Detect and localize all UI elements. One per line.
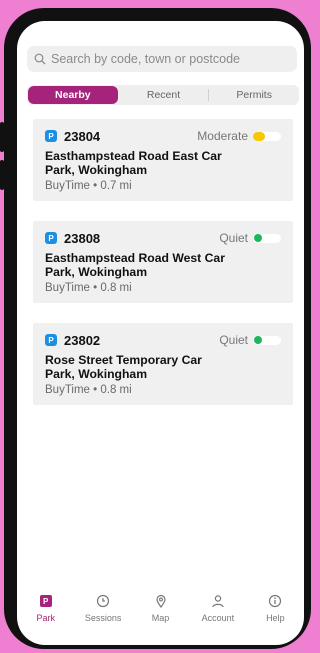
location-card[interactable]: P 23808 Quiet Easthampstead Road West Ca…: [33, 221, 293, 303]
status-label: Quiet: [219, 231, 248, 245]
side-button: [0, 122, 4, 152]
parking-badge-icon: P: [45, 334, 57, 346]
location-card[interactable]: P 23802 Quiet Rose Street Temporary Car …: [33, 323, 293, 405]
tab-recent[interactable]: Recent: [119, 85, 209, 105]
location-name: Easthampstead Road East Car Park, Woking…: [45, 149, 222, 177]
status-indicator: [253, 233, 281, 243]
location-name: Easthampstead Road West Car Park, Woking…: [45, 251, 225, 279]
tab-permits[interactable]: Permits: [209, 85, 299, 105]
location-code: 23804: [64, 128, 101, 144]
location-code: 23808: [64, 230, 101, 246]
parking-badge-icon: P: [45, 130, 57, 142]
status-label: Quiet: [219, 333, 248, 347]
nav-label: Account: [201, 613, 235, 623]
search-placeholder: Search by code, town or postcode: [51, 52, 241, 66]
nav-account[interactable]: Account: [189, 592, 246, 632]
person-icon: [211, 592, 225, 610]
nav-label: Map: [151, 613, 170, 623]
nav-help[interactable]: Help: [247, 592, 304, 632]
search-input[interactable]: Search by code, town or postcode: [27, 46, 297, 72]
nav-label: Sessions: [84, 613, 122, 623]
segmented-control: Nearby Recent Permits: [27, 85, 299, 105]
search-icon: [34, 53, 46, 65]
tab-nearby[interactable]: Nearby: [28, 86, 118, 104]
location-detail: BuyTime • 0.7 mi: [45, 180, 132, 192]
location-detail: BuyTime • 0.8 mi: [45, 384, 132, 396]
app-screen: Search by code, town or postcode Nearby …: [17, 21, 304, 645]
location-code: 23802: [64, 332, 101, 348]
park-p-icon: P: [39, 595, 52, 607]
parking-badge-icon: P: [45, 232, 57, 244]
nav-park[interactable]: P Park: [17, 592, 74, 632]
status-dot-icon: [253, 131, 265, 141]
status-label: Moderate: [197, 129, 248, 143]
bottom-tab-bar: P Park Sessions Map Account Help: [17, 592, 304, 632]
status-indicator: [253, 131, 281, 141]
location-name: Rose Street Temporary Car Park, Wokingha…: [45, 353, 202, 381]
clock-icon: [96, 592, 110, 610]
map-pin-icon: [154, 592, 168, 610]
nav-label: Help: [266, 613, 285, 623]
nav-sessions[interactable]: Sessions: [74, 592, 131, 632]
status-indicator: [253, 335, 281, 345]
nav-map[interactable]: Map: [132, 592, 189, 632]
status-dot-icon: [254, 336, 262, 344]
status-dot-icon: [254, 234, 262, 242]
nav-label: Park: [36, 613, 55, 623]
location-card[interactable]: P 23804 Moderate Easthampstead Road East…: [33, 119, 293, 201]
info-icon: [268, 592, 282, 610]
side-button: [0, 160, 4, 190]
location-detail: BuyTime • 0.8 mi: [45, 282, 132, 294]
